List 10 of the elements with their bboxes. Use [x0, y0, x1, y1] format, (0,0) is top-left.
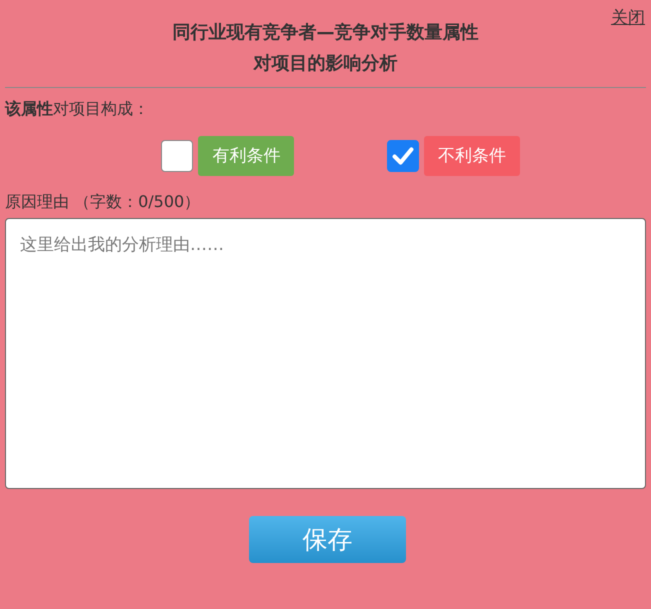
reason-field[interactable]: 这里给出我的分析理由……	[5, 218, 646, 489]
checkbox[interactable]	[161, 140, 194, 172]
reason-label: 原因理由 （字数：0/500）	[5, 192, 200, 213]
option-label[interactable]: 不利条件	[424, 136, 520, 176]
dialog-title: 同行业现有竞争者—竞争对手数量属性 对项目的影响分析	[172, 21, 478, 76]
close-link[interactable]: 关闭	[611, 6, 645, 29]
prompt-text: 该属性对项目构成：	[5, 99, 149, 120]
save-button[interactable]: 保存	[249, 516, 406, 563]
option-label[interactable]: 有利条件	[198, 136, 294, 176]
checkbox[interactable]	[386, 140, 419, 172]
